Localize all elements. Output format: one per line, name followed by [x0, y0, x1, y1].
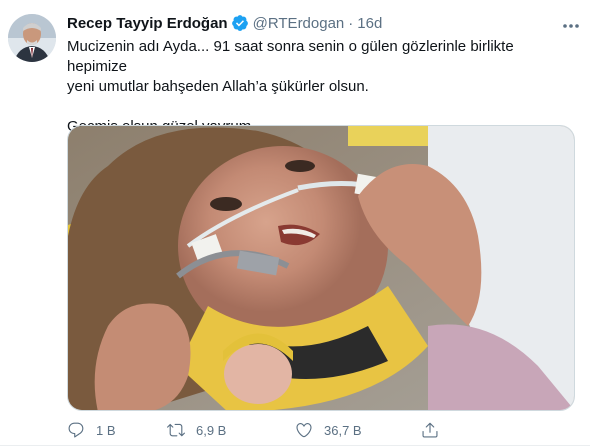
tweet-text-line: Mucizenin adı Ayda... 91 saat sonra seni… — [67, 38, 514, 75]
retweet-button[interactable]: 6,9 B — [167, 421, 295, 439]
tweet-text-line: yeni umutlar bahşeden Allah’a şükürler o… — [67, 78, 369, 95]
tweet-text: Mucizenin adı Ayda... 91 saat sonra seni… — [67, 37, 572, 137]
share-icon — [422, 422, 438, 438]
more-options-icon[interactable] — [561, 18, 581, 28]
tweet[interactable]: Recep Tayyip Erdoğan @RTErdogan · 16d Mu… — [0, 0, 590, 446]
heart-icon — [296, 423, 312, 438]
share-button[interactable] — [421, 421, 439, 439]
like-count: 36,7 B — [324, 422, 362, 438]
avatar-photo — [8, 14, 56, 62]
tweet-actions: 1 B 6,9 B 36,7 B — [67, 421, 507, 439]
tweet-photo[interactable] — [67, 125, 575, 411]
retweet-count: 6,9 B — [196, 422, 227, 438]
separator-dot: · — [348, 14, 354, 32]
tweet-header: Recep Tayyip Erdoğan @RTErdogan · 16d — [67, 12, 579, 34]
display-name[interactable]: Recep Tayyip Erdoğan — [67, 15, 228, 32]
like-button[interactable]: 36,7 B — [295, 421, 421, 439]
handle[interactable]: @RTErdogan — [253, 15, 345, 32]
reply-count: 1 B — [96, 422, 116, 438]
retweet-icon — [167, 423, 185, 437]
reply-button[interactable]: 1 B — [67, 421, 167, 439]
child-hospital-photo — [68, 126, 574, 410]
tweet-content: Recep Tayyip Erdoğan @RTErdogan · 16d Mu… — [67, 12, 581, 438]
verified-badge-icon — [231, 14, 249, 32]
reply-icon — [68, 422, 84, 438]
avatar[interactable] — [8, 14, 56, 62]
timestamp[interactable]: 16d — [357, 15, 382, 32]
